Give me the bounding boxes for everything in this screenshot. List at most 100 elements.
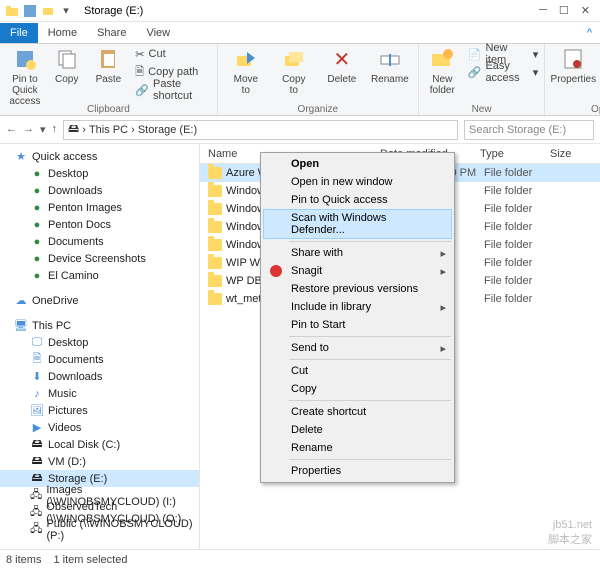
close-button[interactable]: ✕ bbox=[581, 4, 590, 17]
navigation-pane: ★Quick access ●Desktop ●Downloads ●Pento… bbox=[0, 144, 200, 549]
sidebar-item-downloads[interactable]: ●Downloads bbox=[0, 182, 199, 199]
sidebar-item-vm-d[interactable]: 🖴VM (D:) bbox=[0, 453, 199, 470]
pin-to-quick-access-button[interactable]: Pin to Quick access bbox=[6, 46, 44, 107]
new-folder-icon[interactable] bbox=[40, 3, 56, 19]
sidebar-item-public-network[interactable]: 🖧Public (\\WINOBSMYCLOUD) (P:) bbox=[0, 521, 199, 538]
search-input[interactable]: Search Storage (E:) bbox=[464, 120, 594, 140]
menu-snagit[interactable]: Snagit▸ bbox=[263, 262, 452, 280]
network-drive-icon: 🖧 bbox=[30, 523, 42, 537]
easy-access-icon: 🔗 bbox=[468, 66, 482, 79]
watermark: jb51.net脚本之家 bbox=[548, 519, 592, 547]
maximize-button[interactable]: ☐ bbox=[559, 4, 569, 17]
sidebar-item-videos[interactable]: ▶Videos bbox=[0, 419, 199, 436]
folder-icon bbox=[208, 185, 222, 197]
menu-rename[interactable]: Rename bbox=[263, 439, 452, 457]
sidebar-item-el-camino[interactable]: ●El Camino bbox=[0, 267, 199, 284]
menu-open-new-window[interactable]: Open in new window bbox=[263, 173, 452, 191]
new-folder-button[interactable]: New folder bbox=[425, 46, 460, 96]
menu-include-library[interactable]: Include in library▸ bbox=[263, 298, 452, 316]
sidebar-item-quick-access[interactable]: ★Quick access bbox=[0, 148, 199, 165]
tab-view[interactable]: View bbox=[136, 23, 180, 43]
pin-icon: ● bbox=[30, 252, 44, 266]
copy-path-icon: 🗎 bbox=[135, 63, 144, 82]
col-type[interactable]: Type bbox=[480, 148, 550, 160]
sidebar-item-local-disk-c[interactable]: 🖴Local Disk (C:) bbox=[0, 436, 199, 453]
rename-button[interactable]: Rename bbox=[368, 46, 412, 85]
sidebar-item-onedrive[interactable]: ☁OneDrive bbox=[0, 292, 199, 309]
folder-icon bbox=[208, 239, 222, 251]
delete-button[interactable]: ✕Delete bbox=[320, 46, 364, 85]
col-size[interactable]: Size bbox=[550, 148, 590, 160]
menu-create-shortcut[interactable]: Create shortcut bbox=[263, 403, 452, 421]
drive-icon: 🖴 bbox=[14, 548, 28, 550]
sidebar-item-documents-pc[interactable]: 🗎Documents bbox=[0, 351, 199, 368]
move-to-button[interactable]: Move to bbox=[224, 46, 268, 96]
properties-icon[interactable] bbox=[22, 3, 38, 19]
breadcrumb[interactable]: 🖴 › This PC › Storage (E:) bbox=[63, 120, 458, 140]
menu-pin-start[interactable]: Pin to Start bbox=[263, 316, 452, 334]
copy-to-button[interactable]: Copy to bbox=[272, 46, 316, 96]
menu-scan-defender[interactable]: Scan with Windows Defender... bbox=[263, 209, 452, 239]
breadcrumb-item[interactable]: This PC bbox=[89, 124, 128, 136]
network-drive-icon: 🖧 bbox=[30, 489, 42, 503]
back-button[interactable]: ← bbox=[6, 123, 17, 136]
sidebar-item-documents[interactable]: ●Documents bbox=[0, 233, 199, 250]
menu-share-with[interactable]: Share with▸ bbox=[263, 244, 452, 262]
sidebar-item-penton-docs[interactable]: ●Penton Docs bbox=[0, 216, 199, 233]
sidebar-item-this-pc[interactable]: 🖥This PC bbox=[0, 317, 199, 334]
status-selected-count: 1 item selected bbox=[53, 554, 127, 566]
sidebar-item-downloads-pc[interactable]: ⬇Downloads bbox=[0, 368, 199, 385]
file-type: File folder bbox=[484, 239, 554, 251]
pin-icon: ● bbox=[30, 201, 44, 215]
folder-icon bbox=[208, 257, 222, 269]
file-type: File folder bbox=[484, 293, 554, 305]
sidebar-item-device-screenshots[interactable]: ●Device Screenshots bbox=[0, 250, 199, 267]
drive-icon: 🖴 bbox=[68, 120, 79, 139]
tab-home[interactable]: Home bbox=[38, 23, 87, 43]
cut-button[interactable]: ✂Cut bbox=[135, 46, 211, 62]
menu-delete[interactable]: Delete bbox=[263, 421, 452, 439]
group-label: Organize bbox=[218, 104, 418, 115]
menu-send-to[interactable]: Send to▸ bbox=[263, 339, 452, 357]
onedrive-icon: ☁ bbox=[14, 294, 28, 308]
properties-button[interactable]: Properties bbox=[551, 46, 595, 85]
easy-access-button[interactable]: 🔗Easy access ▾ bbox=[468, 64, 539, 80]
pin-icon: ● bbox=[30, 167, 44, 181]
paste-button[interactable]: Paste bbox=[90, 46, 128, 85]
address-bar: ← → ▾ ↑ 🖴 › This PC › Storage (E:) Searc… bbox=[0, 116, 600, 144]
menu-pin-quick-access[interactable]: Pin to Quick access bbox=[263, 191, 452, 209]
pc-icon: 🖥 bbox=[14, 319, 28, 333]
status-item-count: 8 items bbox=[6, 554, 41, 566]
menu-restore-previous[interactable]: Restore previous versions bbox=[263, 280, 452, 298]
shortcut-icon: 🔗 bbox=[135, 84, 149, 97]
chevron-right-icon: ▸ bbox=[440, 342, 446, 355]
sidebar-item-penton-images[interactable]: ●Penton Images bbox=[0, 199, 199, 216]
sidebar-item-desktop-pc[interactable]: 🖵Desktop bbox=[0, 334, 199, 351]
chevron-right-icon: ▸ bbox=[440, 301, 446, 314]
file-type: File folder bbox=[484, 167, 554, 179]
ribbon-collapse-icon[interactable]: ^ bbox=[579, 23, 600, 43]
qat-dropdown-icon[interactable]: ▾ bbox=[58, 3, 74, 19]
chevron-right-icon: ▸ bbox=[440, 265, 446, 278]
menu-copy[interactable]: Copy bbox=[263, 380, 452, 398]
menu-open[interactable]: Open bbox=[263, 155, 452, 173]
menu-properties[interactable]: Properties bbox=[263, 462, 452, 480]
forward-button[interactable]: → bbox=[23, 123, 34, 136]
breadcrumb-item[interactable]: Storage (E:) bbox=[138, 124, 197, 136]
title-bar: ▾ Storage (E:) ─ ☐ ✕ bbox=[0, 0, 600, 22]
sidebar-item-desktop[interactable]: ●Desktop bbox=[0, 165, 199, 182]
tab-file[interactable]: File bbox=[0, 23, 38, 43]
pin-icon: ● bbox=[30, 235, 44, 249]
copy-button[interactable]: Copy bbox=[48, 46, 86, 85]
sidebar-item-storage-e-root[interactable]: 🖴Storage (E:) bbox=[0, 546, 199, 549]
paste-shortcut-button[interactable]: 🔗Paste shortcut bbox=[135, 82, 211, 98]
tab-share[interactable]: Share bbox=[87, 23, 136, 43]
documents-icon: 🗎 bbox=[30, 353, 44, 367]
sidebar-item-music[interactable]: ♪Music bbox=[0, 385, 199, 402]
sidebar-item-pictures[interactable]: 🖼Pictures bbox=[0, 402, 199, 419]
recent-dropdown[interactable]: ▾ bbox=[40, 123, 46, 136]
group-label: Clipboard bbox=[0, 104, 217, 115]
menu-cut[interactable]: Cut bbox=[263, 362, 452, 380]
up-button[interactable]: ↑ bbox=[52, 123, 58, 136]
minimize-button[interactable]: ─ bbox=[539, 4, 547, 17]
